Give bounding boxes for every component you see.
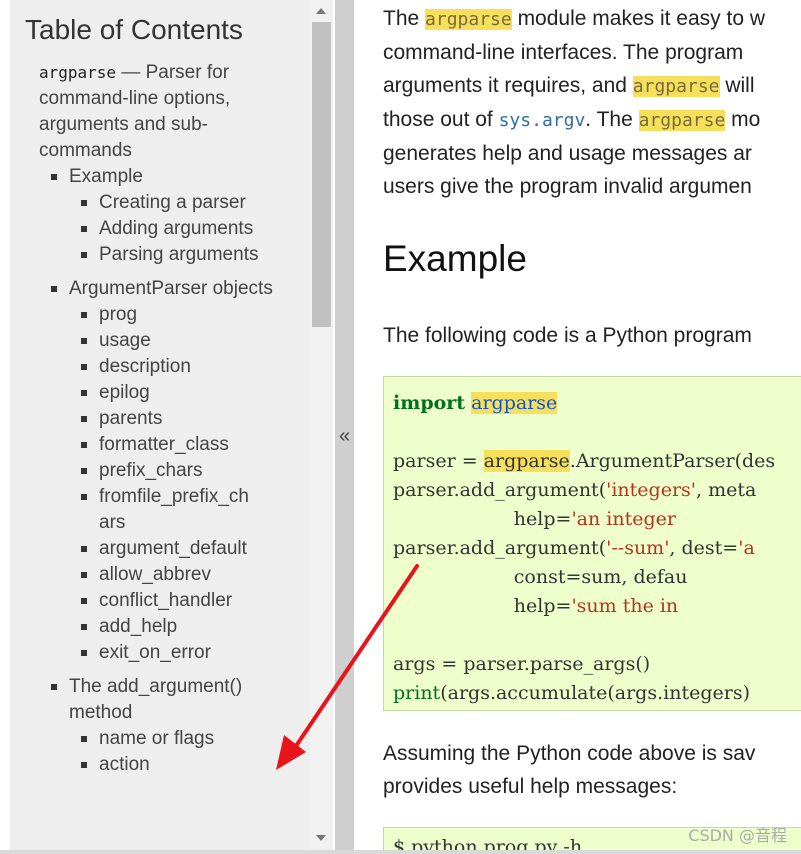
intro-line-6: users give the program invalid argumen [383,175,752,198]
link-sys-argv[interactable]: sys.argv [499,110,586,131]
watermark-text: CSDN @音程 [688,826,787,845]
intro-line-5: generates help and usage messages ar [383,142,752,165]
toc-link-usage[interactable]: usage [69,328,279,354]
toc-section-add-argument: The add_argument() method name or flags … [39,674,279,778]
toc-section-argumentparser: ArgumentParser objects prog usage descri… [39,276,279,666]
toc-root-code: argparse [39,63,117,82]
following-text: The following code is a Python program [383,324,752,347]
sidebar-toc: Table of Contents argparse — Parser for … [10,0,310,854]
toc-link-example[interactable]: Example [69,164,279,190]
inline-code-argparse[interactable]: argparse [425,9,512,30]
toc-link-prog[interactable]: prog [69,302,279,328]
intro-line-4: those out of sys.argv. The argparse mo [383,108,761,131]
bottom-border [0,850,801,854]
code-text: import argparse parser = argparse.Argume… [393,392,776,704]
toc-section-example: Example Creating a parser Adding argumen… [39,164,279,268]
toc-link-action[interactable]: action [69,752,279,778]
toc-list: argparse — Parser for command-line optio… [39,60,279,778]
toc-link-argument-default[interactable]: argument_default [69,536,279,562]
main-content: The argparse module makes it easy to w c… [383,0,801,854]
toc-link-add-help[interactable]: add_help [69,614,279,640]
toc-link-add-argument-method[interactable]: The add_argument() method [69,674,269,726]
inline-code-argparse[interactable]: argparse [632,76,720,97]
inline-code-argparse[interactable]: argparse [638,110,726,131]
scroll-thumb[interactable] [312,22,331,327]
toc-link-parents[interactable]: parents [69,406,279,432]
toc-link-parsing-arguments[interactable]: Parsing arguments [69,242,279,268]
toc-link-name-or-flags[interactable]: name or flags [69,726,279,752]
toc-link-prefix-chars[interactable]: prefix_chars [69,458,279,484]
toc-link-creating-a-parser[interactable]: Creating a parser [69,190,279,216]
toc-link-fromfile-prefix-chars[interactable]: fromfile_prefix_chars [69,484,259,536]
toc-link-conflict-handler[interactable]: conflict_handler [69,588,279,614]
toc-link-exit-on-error[interactable]: exit_on_error [69,640,279,666]
collapse-chevron-icon: « [338,425,351,447]
intro-line-1: The argparse module makes it easy to w [383,7,766,30]
toc-subitems-argumentparser: prog usage description epilog parents fo… [69,302,279,666]
assuming-line-2: provides useful help messages: [383,775,678,798]
toc-link-adding-arguments[interactable]: Adding arguments [69,216,279,242]
assuming-line-1: Assuming the Python code above is sav [383,742,756,765]
toc-subitems-example: Creating a parser Adding arguments Parsi… [69,190,279,268]
toc-link-epilog[interactable]: epilog [69,380,279,406]
code-block: import argparse parser = argparse.Argume… [383,376,801,711]
toc-link-allow-abbrev[interactable]: allow_abbrev [69,562,279,588]
intro-line-3: arguments it requires, and argparse will [383,74,755,97]
toc-link-description[interactable]: description [69,354,279,380]
toc-subitems-add-argument: name or flags action [69,726,279,778]
toc-root-item[interactable]: argparse — Parser for command-line optio… [39,60,279,164]
scroll-down-arrow-icon[interactable] [316,835,326,841]
toc-sections: Example Creating a parser Adding argumen… [39,164,279,778]
section-heading-example: Example [383,238,527,279]
toc-link-formatter-class[interactable]: formatter_class [69,432,279,458]
scroll-up-arrow-icon[interactable] [316,8,326,14]
toc-title: Table of Contents [25,14,243,45]
sidebar-collapse-button[interactable]: « [335,0,354,854]
sidebar-scrollbar[interactable] [310,0,333,854]
toc-link-argumentparser-objects[interactable]: ArgumentParser objects [69,276,279,302]
intro-line-2: command-line interfaces. The program [383,41,744,64]
